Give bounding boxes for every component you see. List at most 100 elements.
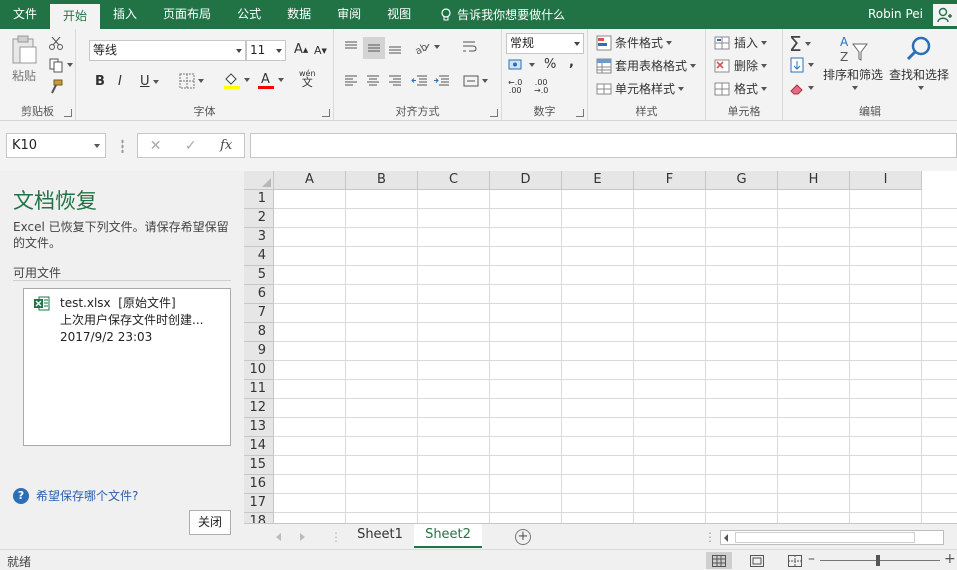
alignment-launcher[interactable] bbox=[490, 109, 498, 117]
row-header[interactable]: 12 bbox=[244, 399, 274, 418]
row-header[interactable]: 2 bbox=[244, 209, 274, 228]
paste-button[interactable]: 粘贴 bbox=[10, 35, 38, 84]
column-header[interactable]: C bbox=[418, 171, 490, 190]
find-select-button[interactable]: 查找和选择 bbox=[889, 34, 949, 90]
column-header[interactable]: E bbox=[562, 171, 634, 190]
zoom-slider[interactable] bbox=[820, 560, 940, 561]
sheet-tab-1[interactable]: Sheet1 bbox=[346, 524, 414, 548]
font-launcher[interactable] bbox=[322, 109, 330, 117]
column-header[interactable]: F bbox=[634, 171, 706, 190]
horizontal-scrollbar[interactable] bbox=[720, 530, 944, 545]
row-header[interactable]: 1 bbox=[244, 190, 274, 209]
copy-button[interactable] bbox=[48, 57, 73, 73]
autosum-button[interactable]: Σ bbox=[789, 32, 811, 56]
font-color-button[interactable]: A bbox=[257, 71, 284, 89]
format-painter-button[interactable] bbox=[48, 79, 64, 95]
tab-review[interactable]: 审阅 bbox=[324, 0, 374, 29]
align-center-button[interactable] bbox=[365, 73, 381, 89]
insert-function-button[interactable]: fx bbox=[220, 138, 232, 153]
decrease-decimal-button[interactable]: .00 →.0 bbox=[534, 79, 548, 95]
phonetic-button[interactable]: wén 文 bbox=[299, 69, 316, 88]
row-header[interactable]: 18 bbox=[244, 513, 274, 523]
row-header[interactable]: 11 bbox=[244, 380, 274, 399]
bold-button[interactable]: B bbox=[95, 74, 105, 89]
scroll-thumb[interactable] bbox=[735, 532, 915, 543]
tab-page-layout[interactable]: 页面布局 bbox=[150, 0, 224, 29]
shrink-font-button[interactable]: A ▼ bbox=[314, 44, 327, 57]
column-header[interactable]: H bbox=[778, 171, 850, 190]
sheet-tab-2[interactable]: Sheet2 bbox=[414, 524, 482, 548]
recovered-file-item[interactable]: test.xlsx [原始文件] 上次用户保存文件时创建... 2017/9/2… bbox=[34, 295, 203, 346]
zoom-out-button[interactable]: – bbox=[808, 551, 815, 567]
row-header[interactable]: 16 bbox=[244, 475, 274, 494]
increase-indent-button[interactable] bbox=[433, 73, 451, 89]
tell-me-search[interactable]: 告诉我你想要做什么 bbox=[424, 0, 565, 29]
prev-sheet-arrow-icon[interactable] bbox=[276, 533, 281, 541]
zoom-slider-thumb[interactable] bbox=[876, 555, 880, 566]
row-header[interactable]: 15 bbox=[244, 456, 274, 475]
align-bottom-button[interactable] bbox=[387, 39, 403, 55]
spreadsheet-grid[interactable]: ABCDEFGHI 1 2 3 4 5 6 7 8 9 10 11 12 13 14 15 16 17 18 bbox=[244, 171, 957, 523]
fill-color-button[interactable] bbox=[223, 71, 250, 89]
percent-button[interactable]: % bbox=[544, 57, 556, 72]
row-header[interactable]: 17 bbox=[244, 494, 274, 513]
close-button[interactable]: 关闭 bbox=[189, 510, 231, 535]
accounting-format-button[interactable] bbox=[508, 58, 535, 72]
clipboard-launcher[interactable] bbox=[64, 109, 72, 117]
help-link[interactable]: ? 希望保存哪个文件? bbox=[13, 487, 138, 504]
tab-home[interactable]: 开始 bbox=[50, 4, 101, 29]
formula-input[interactable] bbox=[250, 133, 957, 158]
column-header[interactable]: A bbox=[274, 171, 346, 190]
align-middle-button[interactable] bbox=[363, 37, 385, 59]
align-top-button[interactable] bbox=[343, 39, 359, 55]
format-cells-button[interactable]: 格式 bbox=[714, 80, 768, 97]
zoom-in-button[interactable]: + bbox=[944, 551, 956, 567]
delete-cells-button[interactable]: 删除 bbox=[714, 57, 768, 74]
scroll-left-arrow-icon[interactable] bbox=[724, 534, 728, 542]
column-header[interactable]: D bbox=[490, 171, 562, 190]
font-size-select[interactable]: 11 bbox=[246, 40, 286, 61]
enter-icon[interactable]: ✓ bbox=[185, 138, 197, 154]
tab-file[interactable]: 文件 bbox=[0, 0, 50, 29]
format-as-table-button[interactable]: 套用表格格式 bbox=[596, 57, 697, 74]
align-left-button[interactable] bbox=[343, 73, 359, 89]
grow-font-button[interactable]: A ▲ bbox=[294, 42, 308, 57]
share-button[interactable] bbox=[933, 4, 957, 26]
add-sheet-button[interactable]: + bbox=[515, 529, 531, 545]
row-header[interactable]: 3 bbox=[244, 228, 274, 247]
tab-insert[interactable]: 插入 bbox=[100, 0, 150, 29]
page-break-view-button[interactable] bbox=[782, 552, 808, 569]
row-header[interactable]: 9 bbox=[244, 342, 274, 361]
row-header[interactable]: 8 bbox=[244, 323, 274, 342]
column-header[interactable]: G bbox=[706, 171, 778, 190]
font-name-select[interactable]: 等线 bbox=[89, 40, 246, 61]
scroll-split-handle[interactable]: ⋮ bbox=[704, 530, 716, 544]
user-name[interactable]: Robin Pei bbox=[868, 0, 923, 29]
select-all-corner[interactable] bbox=[244, 171, 274, 190]
row-header[interactable]: 6 bbox=[244, 285, 274, 304]
row-header[interactable]: 14 bbox=[244, 437, 274, 456]
name-box-resize-handle[interactable] bbox=[121, 139, 124, 153]
page-layout-view-button[interactable] bbox=[744, 552, 770, 569]
row-header[interactable]: 10 bbox=[244, 361, 274, 380]
wrap-text-button[interactable] bbox=[461, 39, 477, 55]
row-header[interactable]: 5 bbox=[244, 266, 274, 285]
tab-overflow-dots[interactable]: ⋮ bbox=[330, 530, 342, 544]
conditional-formatting-button[interactable]: 条件格式 bbox=[596, 34, 673, 51]
next-sheet-arrow-icon[interactable] bbox=[300, 533, 305, 541]
cancel-icon[interactable]: ✕ bbox=[150, 138, 162, 154]
decrease-indent-button[interactable] bbox=[411, 73, 429, 89]
borders-button[interactable] bbox=[179, 73, 204, 89]
name-box[interactable]: K10 bbox=[6, 133, 106, 158]
merge-center-button[interactable] bbox=[463, 73, 488, 89]
underline-button[interactable]: U bbox=[140, 74, 159, 89]
tab-formulas[interactable]: 公式 bbox=[224, 0, 274, 29]
column-header[interactable]: B bbox=[346, 171, 418, 190]
sort-filter-button[interactable]: A Z 排序和筛选 bbox=[823, 34, 883, 90]
normal-view-button[interactable] bbox=[706, 552, 732, 569]
number-launcher[interactable] bbox=[576, 109, 584, 117]
align-right-button[interactable] bbox=[387, 73, 403, 89]
cell-styles-button[interactable]: 单元格样式 bbox=[596, 80, 685, 97]
column-header[interactable]: I bbox=[850, 171, 922, 190]
clear-button[interactable] bbox=[789, 80, 814, 96]
